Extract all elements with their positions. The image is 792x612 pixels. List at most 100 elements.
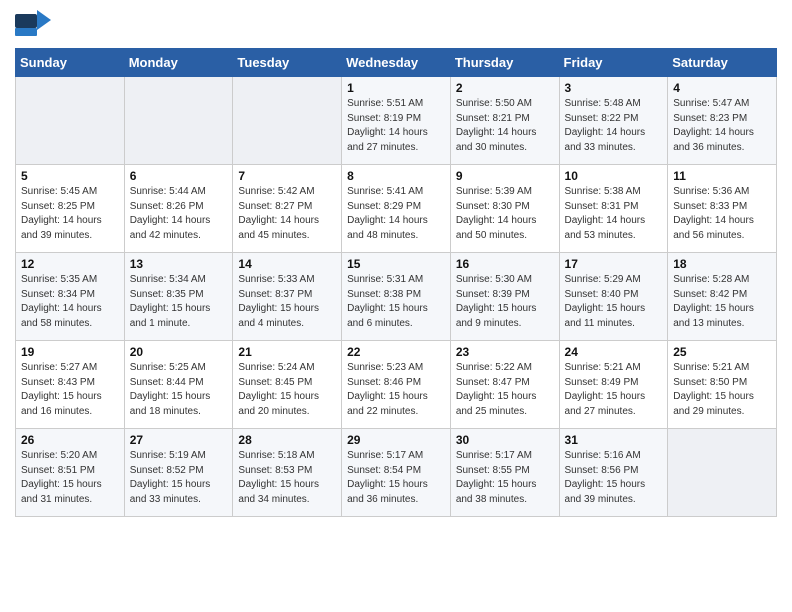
calendar-table: SundayMondayTuesdayWednesdayThursdayFrid… (15, 48, 777, 517)
calendar-cell: 29 Sunrise: 5:17 AMSunset: 8:54 PMDayligh… (342, 429, 451, 517)
cell-content: Sunrise: 5:45 AMSunset: 8:25 PMDaylight:… (21, 185, 119, 243)
day-number: 24 (565, 345, 663, 359)
day-number: 16 (456, 257, 554, 271)
calendar-cell: 8 Sunrise: 5:41 AMSunset: 8:29 PMDaylight… (342, 165, 451, 253)
cell-content: Sunrise: 5:22 AMSunset: 8:47 PMDaylight:… (456, 361, 554, 419)
day-number: 6 (130, 169, 228, 183)
cell-content: Sunrise: 5:39 AMSunset: 8:30 PMDaylight:… (456, 185, 554, 243)
day-number: 26 (21, 433, 119, 447)
calendar-cell: 30 Sunrise: 5:17 AMSunset: 8:55 PMDayligh… (450, 429, 559, 517)
weekday-header-monday: Monday (124, 49, 233, 77)
calendar-cell: 4Sunrise: 5:47 AMSunset: 8:23 PMDaylight… (668, 77, 777, 165)
day-number: 9 (456, 169, 554, 183)
day-number: 27 (130, 433, 228, 447)
weekday-header-thursday: Thursday (450, 49, 559, 77)
day-number: 30 (456, 433, 554, 447)
day-number: 31 (565, 433, 663, 447)
day-number: 14 (238, 257, 336, 271)
calendar-cell: 12 Sunrise: 5:35 AMSunset: 8:34 PMDayligh… (16, 253, 125, 341)
weekday-header-friday: Friday (559, 49, 668, 77)
calendar-cell: 3Sunrise: 5:48 AMSunset: 8:22 PMDaylight… (559, 77, 668, 165)
day-number: 1 (347, 81, 445, 95)
weekday-header-sunday: Sunday (16, 49, 125, 77)
cell-content: Sunrise: 5:41 AMSunset: 8:29 PMDaylight:… (347, 185, 445, 243)
cell-content: Sunrise: 5:18 AMSunset: 8:53 PMDaylight:… (238, 449, 336, 507)
cell-content: Sunrise: 5:21 AMSunset: 8:49 PMDaylight:… (565, 361, 663, 419)
cell-content: Sunrise: 5:34 AMSunset: 8:35 PMDaylight:… (130, 273, 228, 331)
calendar-cell: 21Sunrise: 5:24 AMSunset: 8:45 PMDayligh… (233, 341, 342, 429)
weekday-header-tuesday: Tuesday (233, 49, 342, 77)
cell-content: Sunrise: 5:16 AMSunset: 8:56 PMDaylight:… (565, 449, 663, 507)
day-number: 10 (565, 169, 663, 183)
header (15, 10, 777, 42)
cell-content: Sunrise: 5:27 AMSunset: 8:43 PMDaylight:… (21, 361, 119, 419)
calendar-cell (668, 429, 777, 517)
calendar-cell: 16 Sunrise: 5:30 AMSunset: 8:39 PMDayligh… (450, 253, 559, 341)
day-number: 25 (673, 345, 771, 359)
cell-content: Sunrise: 5:38 AMSunset: 8:31 PMDaylight:… (565, 185, 663, 243)
cell-content: Sunrise: 5:33 AMSunset: 8:37 PMDaylight:… (238, 273, 336, 331)
cell-content: Sunrise: 5:23 AMSunset: 8:46 PMDaylight:… (347, 361, 445, 419)
day-number: 17 (565, 257, 663, 271)
logo-icon (15, 10, 51, 42)
calendar-cell: 15 Sunrise: 5:31 AMSunset: 8:38 PMDayligh… (342, 253, 451, 341)
calendar-cell: 2 Sunrise: 5:50 AMSunset: 8:21 PMDaylight… (450, 77, 559, 165)
calendar-cell: 25 Sunrise: 5:21 AMSunset: 8:50 PMDayligh… (668, 341, 777, 429)
calendar-cell: 14 Sunrise: 5:33 AMSunset: 8:37 PMDayligh… (233, 253, 342, 341)
day-number: 19 (21, 345, 119, 359)
day-number: 4 (673, 81, 771, 95)
calendar-cell: 24 Sunrise: 5:21 AMSunset: 8:49 PMDayligh… (559, 341, 668, 429)
calendar-cell: 28 Sunrise: 5:18 AMSunset: 8:53 PMDayligh… (233, 429, 342, 517)
cell-content: Sunrise: 5:30 AMSunset: 8:39 PMDaylight:… (456, 273, 554, 331)
day-number: 13 (130, 257, 228, 271)
calendar-cell: 18 Sunrise: 5:28 AMSunset: 8:42 PMDayligh… (668, 253, 777, 341)
cell-content: Sunrise: 5:25 AMSunset: 8:44 PMDaylight:… (130, 361, 228, 419)
cell-content: Sunrise: 5:36 AMSunset: 8:33 PMDaylight:… (673, 185, 771, 243)
calendar-cell: 20 Sunrise: 5:25 AMSunset: 8:44 PMDayligh… (124, 341, 233, 429)
day-number: 29 (347, 433, 445, 447)
day-number: 2 (456, 81, 554, 95)
calendar-cell (233, 77, 342, 165)
day-number: 11 (673, 169, 771, 183)
cell-content: Sunrise: 5:28 AMSunset: 8:42 PMDaylight:… (673, 273, 771, 331)
calendar-cell: 7 Sunrise: 5:42 AMSunset: 8:27 PMDaylight… (233, 165, 342, 253)
cell-content: Sunrise: 5:50 AMSunset: 8:21 PMDaylight:… (456, 97, 554, 155)
cell-content: Sunrise: 5:20 AMSunset: 8:51 PMDaylight:… (21, 449, 119, 507)
day-number: 12 (21, 257, 119, 271)
cell-content: Sunrise: 5:17 AMSunset: 8:54 PMDaylight:… (347, 449, 445, 507)
calendar-cell (124, 77, 233, 165)
day-number: 28 (238, 433, 336, 447)
cell-content: Sunrise: 5:17 AMSunset: 8:55 PMDaylight:… (456, 449, 554, 507)
cell-content: Sunrise: 5:48 AMSunset: 8:22 PMDaylight:… (565, 97, 663, 155)
cell-content: Sunrise: 5:24 AMSunset: 8:45 PMDaylight:… (238, 361, 336, 419)
calendar-cell: 31 Sunrise: 5:16 AMSunset: 8:56 PMDayligh… (559, 429, 668, 517)
logo (15, 10, 53, 42)
day-number: 22 (347, 345, 445, 359)
cell-content: Sunrise: 5:29 AMSunset: 8:40 PMDaylight:… (565, 273, 663, 331)
calendar-cell: 26 Sunrise: 5:20 AMSunset: 8:51 PMDayligh… (16, 429, 125, 517)
calendar-cell: 13 Sunrise: 5:34 AMSunset: 8:35 PMDayligh… (124, 253, 233, 341)
calendar-cell: 6 Sunrise: 5:44 AMSunset: 8:26 PMDaylight… (124, 165, 233, 253)
weekday-header-wednesday: Wednesday (342, 49, 451, 77)
calendar-cell: 10 Sunrise: 5:38 AMSunset: 8:31 PMDayligh… (559, 165, 668, 253)
cell-content: Sunrise: 5:31 AMSunset: 8:38 PMDaylight:… (347, 273, 445, 331)
day-number: 8 (347, 169, 445, 183)
cell-content: Sunrise: 5:44 AMSunset: 8:26 PMDaylight:… (130, 185, 228, 243)
day-number: 18 (673, 257, 771, 271)
day-number: 20 (130, 345, 228, 359)
cell-content: Sunrise: 5:35 AMSunset: 8:34 PMDaylight:… (21, 273, 119, 331)
calendar-cell: 27Sunrise: 5:19 AMSunset: 8:52 PMDayligh… (124, 429, 233, 517)
calendar-cell: 19 Sunrise: 5:27 AMSunset: 8:43 PMDayligh… (16, 341, 125, 429)
day-number: 15 (347, 257, 445, 271)
cell-content: Sunrise: 5:51 AMSunset: 8:19 PMDaylight:… (347, 97, 445, 155)
calendar-cell: 1 Sunrise: 5:51 AMSunset: 8:19 PMDaylight… (342, 77, 451, 165)
day-number: 5 (21, 169, 119, 183)
calendar-cell: 11 Sunrise: 5:36 AMSunset: 8:33 PMDayligh… (668, 165, 777, 253)
cell-content: Sunrise: 5:21 AMSunset: 8:50 PMDaylight:… (673, 361, 771, 419)
calendar-cell: 5 Sunrise: 5:45 AMSunset: 8:25 PMDaylight… (16, 165, 125, 253)
day-number: 7 (238, 169, 336, 183)
calendar-cell: 22 Sunrise: 5:23 AMSunset: 8:46 PMDayligh… (342, 341, 451, 429)
calendar-cell: 9 Sunrise: 5:39 AMSunset: 8:30 PMDaylight… (450, 165, 559, 253)
cell-content: Sunrise: 5:42 AMSunset: 8:27 PMDaylight:… (238, 185, 336, 243)
calendar-cell: 23Sunrise: 5:22 AMSunset: 8:47 PMDayligh… (450, 341, 559, 429)
